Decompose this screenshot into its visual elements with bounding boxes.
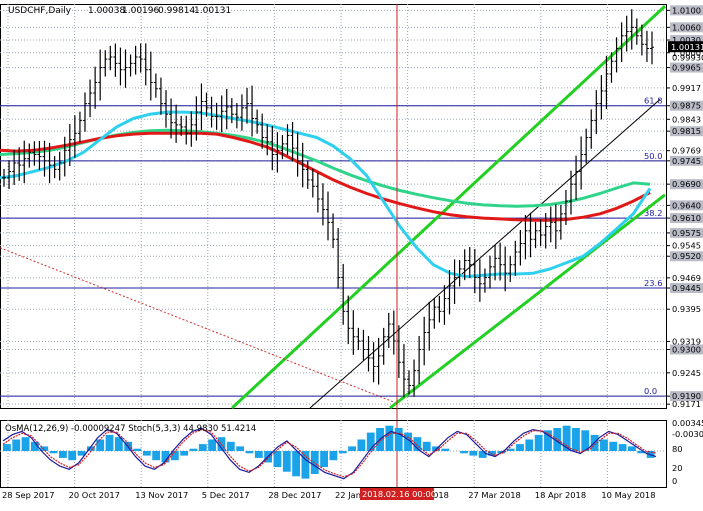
osma-bar: [133, 448, 142, 451]
price-tick-label: 0.9445: [672, 283, 701, 293]
osma-bar: [600, 439, 608, 451]
osma-bar: [3, 444, 11, 451]
osma-bar: [460, 451, 468, 454]
osma-bar: [236, 446, 245, 451]
osma-bar: [152, 451, 161, 461]
price-tick-label: 0.9171: [672, 399, 701, 409]
osma-bar: [254, 451, 263, 458]
crosshair-date-label: 2018.02.16 00:00: [362, 489, 436, 499]
osma-bar: [21, 437, 30, 451]
osma-bar: [292, 451, 301, 477]
osma-bar: [357, 439, 366, 451]
osma-bar: [180, 451, 189, 456]
osma-bar: [478, 451, 487, 458]
osma-bar: [469, 451, 478, 456]
osma-bar: [68, 451, 77, 461]
osma-bar: [572, 428, 580, 451]
osma-bar: [385, 425, 394, 451]
price-tick-label: 0.9843: [672, 114, 701, 124]
ohlc-close: 1.00131: [194, 6, 231, 16]
price-tick-label: 0.9769: [672, 146, 701, 156]
osma-bar: [208, 439, 217, 451]
osma-bar: [441, 448, 450, 451]
osc-tick-label: 0: [672, 476, 677, 486]
osma-bar: [105, 434, 114, 451]
usdchf-daily-chart[interactable]: 61.8 50.0 38.2 23.6 0.0 1.0100 1.0060 1.0030 1.…: [0, 0, 703, 507]
price-tick-label: 0.9245: [672, 368, 701, 378]
osma-bar: [273, 451, 282, 468]
ohlc-high: 1.00196: [122, 6, 159, 16]
time-tick-label: 28 Dec 2017: [268, 490, 321, 500]
price-axis: 1.01001.00601.00301.00000.99650.99170.98…: [666, 5, 703, 409]
osma-bar: [301, 451, 310, 479]
price-tick-label: 0.9300: [672, 344, 701, 354]
symbol-label: USDCHF,Daily: [8, 6, 72, 16]
ohlc-open: 1.00038: [88, 6, 125, 16]
time-tick-label: 27 Mar 2018: [468, 490, 521, 500]
osma-bar: [338, 451, 347, 454]
osma-bar: [320, 451, 328, 468]
osma-bar: [58, 451, 67, 458]
time-tick-label: 18 Apr 2018: [535, 490, 586, 500]
price-tick-label: 0.9690: [672, 179, 701, 189]
time-tick-label: 5 Dec 2017: [202, 490, 250, 500]
price-tick-label: 0.9965: [672, 63, 701, 73]
time-tick-label: 10 May 2018: [601, 490, 655, 500]
osma-bar: [525, 439, 534, 451]
osma-bar: [516, 444, 524, 451]
time-tick-label: 13 Nov 2017: [135, 490, 188, 500]
osma-bar: [12, 439, 21, 451]
price-tick-label: 0.9469: [672, 273, 701, 283]
current-price-label: 1.00131: [671, 42, 703, 52]
osma-bar: [245, 451, 254, 454]
osma-bar: [534, 434, 543, 451]
price-tick-label: 0.9545: [672, 241, 701, 251]
price-tick-label: 0.9520: [672, 251, 701, 261]
osma-bar: [96, 439, 105, 451]
time-tick-label: 28 Sep 2017: [2, 490, 55, 500]
osma-bar: [226, 441, 235, 451]
price-tick-label: 0.9875: [672, 101, 701, 111]
osma-bar: [282, 451, 291, 472]
osma-bar: [628, 446, 636, 451]
price-tick-label: 0.9640: [672, 200, 701, 210]
osma-bar: [189, 448, 198, 451]
price-tick-label: 0.9917: [672, 83, 701, 93]
price-tick-label: 1.0060: [672, 22, 701, 32]
time-tick-label: 20 Oct 2017: [69, 490, 120, 500]
osc-tick-label: 80: [672, 444, 683, 454]
osc-tick-label: 20: [672, 463, 683, 473]
osma-bar: [422, 441, 431, 451]
osc-tick-label: -0.0030: [672, 429, 703, 439]
osma-bar: [609, 441, 618, 451]
fib-level-label: 0.0: [644, 386, 657, 396]
price-tick-label: 1.0100: [672, 5, 701, 15]
fib-level-label: 61.8: [644, 96, 662, 106]
osma-bar: [329, 451, 338, 461]
fib-level-label: 23.6: [644, 278, 662, 288]
osma-bar: [618, 444, 627, 451]
price-tick-label: 0.9745: [672, 156, 701, 166]
fib-level-label: 50.0: [644, 151, 662, 161]
osma-bar: [394, 428, 403, 451]
ohlc-low: 0.99814: [158, 6, 195, 16]
osma-bar: [142, 451, 151, 456]
osma-bar: [49, 451, 58, 454]
price-tick-label: 0.9815: [672, 126, 701, 136]
bid-price-label: 0.99930: [672, 53, 703, 63]
osma-bar: [348, 446, 356, 451]
osma-bar: [198, 444, 207, 451]
oscillator-title: OsMA(12,26,9) -0.00009247 Stoch(5,3,3) 4…: [5, 424, 256, 434]
price-tick-label: 0.9395: [672, 304, 701, 314]
chart-canvas[interactable]: 61.850.038.223.60.0 1.01001.00601.00301.…: [0, 0, 703, 507]
price-tick-label: 0.9610: [672, 213, 701, 223]
osc-tick-label: 0.00345: [672, 418, 703, 428]
price-tick-label: 0.9575: [672, 228, 701, 238]
